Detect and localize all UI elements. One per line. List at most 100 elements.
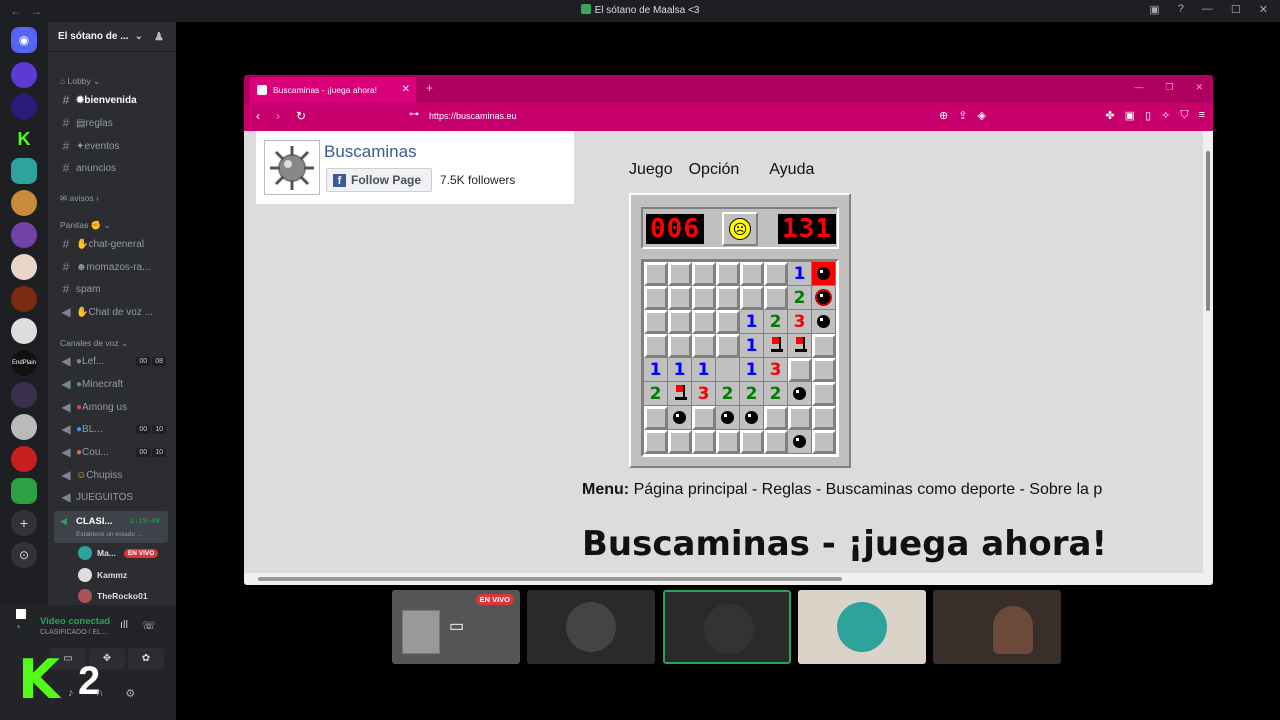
covered-cell[interactable] — [812, 382, 836, 406]
wallet-icon[interactable]: ▣ — [1125, 109, 1135, 122]
number-cell[interactable]: 1 — [644, 358, 668, 382]
participant-tile[interactable] — [527, 590, 655, 664]
number-cell[interactable]: 1 — [740, 310, 764, 334]
disconnect-icon[interactable]: ☏ — [142, 619, 156, 632]
fb-page-title[interactable]: Buscaminas — [324, 142, 417, 162]
mine-cell[interactable] — [812, 286, 836, 310]
server-icon[interactable] — [11, 222, 37, 248]
voice-channel[interactable]: ◀ ● BL... 00 10 — [58, 420, 170, 438]
number-cell[interactable]: 1 — [740, 358, 764, 382]
category-canales-de-voz[interactable]: Canales de voz ⌄ — [60, 338, 128, 349]
covered-cell[interactable] — [668, 286, 692, 310]
voice-channel[interactable]: ◀ JUEGUITOS — [58, 488, 170, 506]
menu-icon[interactable]: ≡ — [1199, 109, 1205, 122]
number-cell[interactable]: 1 — [788, 262, 812, 286]
channel-momazos[interactable]: # ☻ momazos-ra... — [58, 258, 170, 276]
server-icon[interactable] — [11, 446, 37, 472]
channel-spam[interactable]: # spam — [58, 280, 170, 298]
mic-icon[interactable]: ♪ — [68, 687, 74, 700]
discord-home-icon[interactable]: ◉ — [11, 27, 37, 53]
sidebar-icon[interactable]: ▯ — [1145, 109, 1151, 122]
settings-icon[interactable]: ⚙ — [125, 687, 135, 700]
help-icon[interactable]: ? — [1178, 3, 1184, 16]
minimize-button[interactable]: — — [1202, 3, 1213, 16]
maximize-icon[interactable]: ❐ — [1165, 82, 1173, 93]
voice-channel[interactable]: ◀ ● Minecraft — [58, 375, 170, 393]
browser-tab[interactable]: Buscaminas - ¡juega ahora! ✕ — [250, 77, 416, 103]
covered-cell[interactable] — [644, 286, 668, 310]
channel-chat-de-voz[interactable]: ◀ ✋ Chat de voz ... — [58, 303, 170, 321]
voice-user[interactable]: Kammz — [78, 565, 127, 585]
covered-cell[interactable] — [812, 334, 836, 358]
covered-cell[interactable] — [644, 406, 668, 430]
active-voice-channel[interactable]: ◀ CLASI... 2:19:49 Establece un estado .… — [54, 511, 168, 543]
voice-channel[interactable]: ◀ ☺ Chupiss — [58, 466, 170, 484]
covered-cell[interactable] — [764, 262, 788, 286]
covered-cell[interactable] — [740, 430, 764, 454]
discover-icon[interactable]: ⊙ — [11, 542, 37, 568]
mine-cell[interactable] — [716, 406, 740, 430]
covered-cell[interactable] — [812, 406, 836, 430]
horizontal-scrollbar[interactable] — [244, 573, 1213, 585]
add-server-icon[interactable]: + — [11, 510, 37, 536]
number-cell[interactable]: 2 — [764, 382, 788, 406]
empty-cell[interactable] — [716, 358, 740, 382]
covered-cell[interactable] — [644, 430, 668, 454]
site-info-icon[interactable]: ⊶ — [409, 109, 419, 120]
covered-cell[interactable] — [764, 406, 788, 430]
covered-cell[interactable] — [740, 262, 764, 286]
server-icon[interactable] — [11, 158, 37, 184]
number-cell[interactable]: 2 — [716, 382, 740, 406]
mine-cell[interactable] — [812, 310, 836, 334]
menu-ayuda[interactable]: Ayuda — [769, 161, 814, 179]
follow-page-button[interactable]: f Follow Page — [326, 168, 432, 192]
server-icon[interactable] — [11, 318, 37, 344]
channel-eventos[interactable]: # ✦ eventos — [58, 137, 170, 155]
headphones-icon[interactable]: ∩ — [96, 687, 104, 700]
reload-icon[interactable]: ↻ — [296, 109, 306, 123]
mine-cell[interactable] — [788, 430, 812, 454]
server-icon[interactable] — [11, 254, 37, 280]
share-icon[interactable]: ⇪ — [958, 109, 967, 122]
site-menu-links[interactable]: Página principal - Reglas - Buscaminas c… — [634, 481, 1103, 498]
covered-cell[interactable] — [668, 430, 692, 454]
number-cell[interactable]: 1 — [668, 358, 692, 382]
channel-anuncios[interactable]: # anuncios — [58, 159, 170, 177]
covered-cell[interactable] — [668, 262, 692, 286]
vpn-icon[interactable]: ⛉ — [1180, 109, 1188, 122]
server-icon[interactable] — [11, 382, 37, 408]
extensions-icon[interactable]: ✤ — [1105, 109, 1114, 122]
leo-icon[interactable]: ✧ — [1161, 109, 1170, 122]
forward-icon[interactable]: › — [276, 109, 280, 123]
covered-cell[interactable] — [812, 358, 836, 382]
number-cell[interactable]: 3 — [788, 310, 812, 334]
server-header[interactable]: El sótano de ... ⌄ ♟ — [48, 22, 176, 52]
number-cell[interactable]: 3 — [764, 358, 788, 382]
covered-cell[interactable] — [716, 334, 740, 358]
menu-opcion[interactable]: Opción — [689, 161, 740, 179]
window-controls[interactable]: ▣? — ☐ ✕ — [1149, 3, 1268, 16]
voice-user[interactable]: TheRocko01 — [78, 586, 148, 606]
reset-face-button[interactable]: ☹ — [722, 212, 758, 246]
participant-tile[interactable] — [798, 590, 926, 664]
covered-cell[interactable] — [644, 334, 668, 358]
close-tab-icon[interactable]: ✕ — [402, 84, 410, 95]
vertical-scrollbar[interactable] — [1203, 131, 1213, 573]
covered-cell[interactable] — [692, 334, 716, 358]
new-tab-icon[interactable]: + — [426, 81, 433, 95]
server-icon[interactable] — [11, 478, 37, 504]
covered-cell[interactable] — [716, 310, 740, 334]
exploded-mine-cell[interactable] — [812, 262, 836, 286]
number-cell[interactable]: 2 — [740, 382, 764, 406]
server-icon[interactable] — [11, 286, 37, 312]
server-icon[interactable] — [11, 414, 37, 440]
covered-cell[interactable] — [764, 286, 788, 310]
back-icon[interactable]: ‹ — [256, 109, 260, 123]
number-cell[interactable]: 1 — [692, 358, 716, 382]
stream-tile[interactable]: ▭ EN VIVO — [392, 590, 520, 664]
address-bar[interactable]: https://buscaminas.eu — [429, 111, 517, 121]
mine-cell[interactable] — [668, 406, 692, 430]
covered-cell[interactable] — [716, 430, 740, 454]
brave-shield-icon[interactable]: ◈ — [977, 109, 985, 122]
mine-cell[interactable] — [740, 406, 764, 430]
